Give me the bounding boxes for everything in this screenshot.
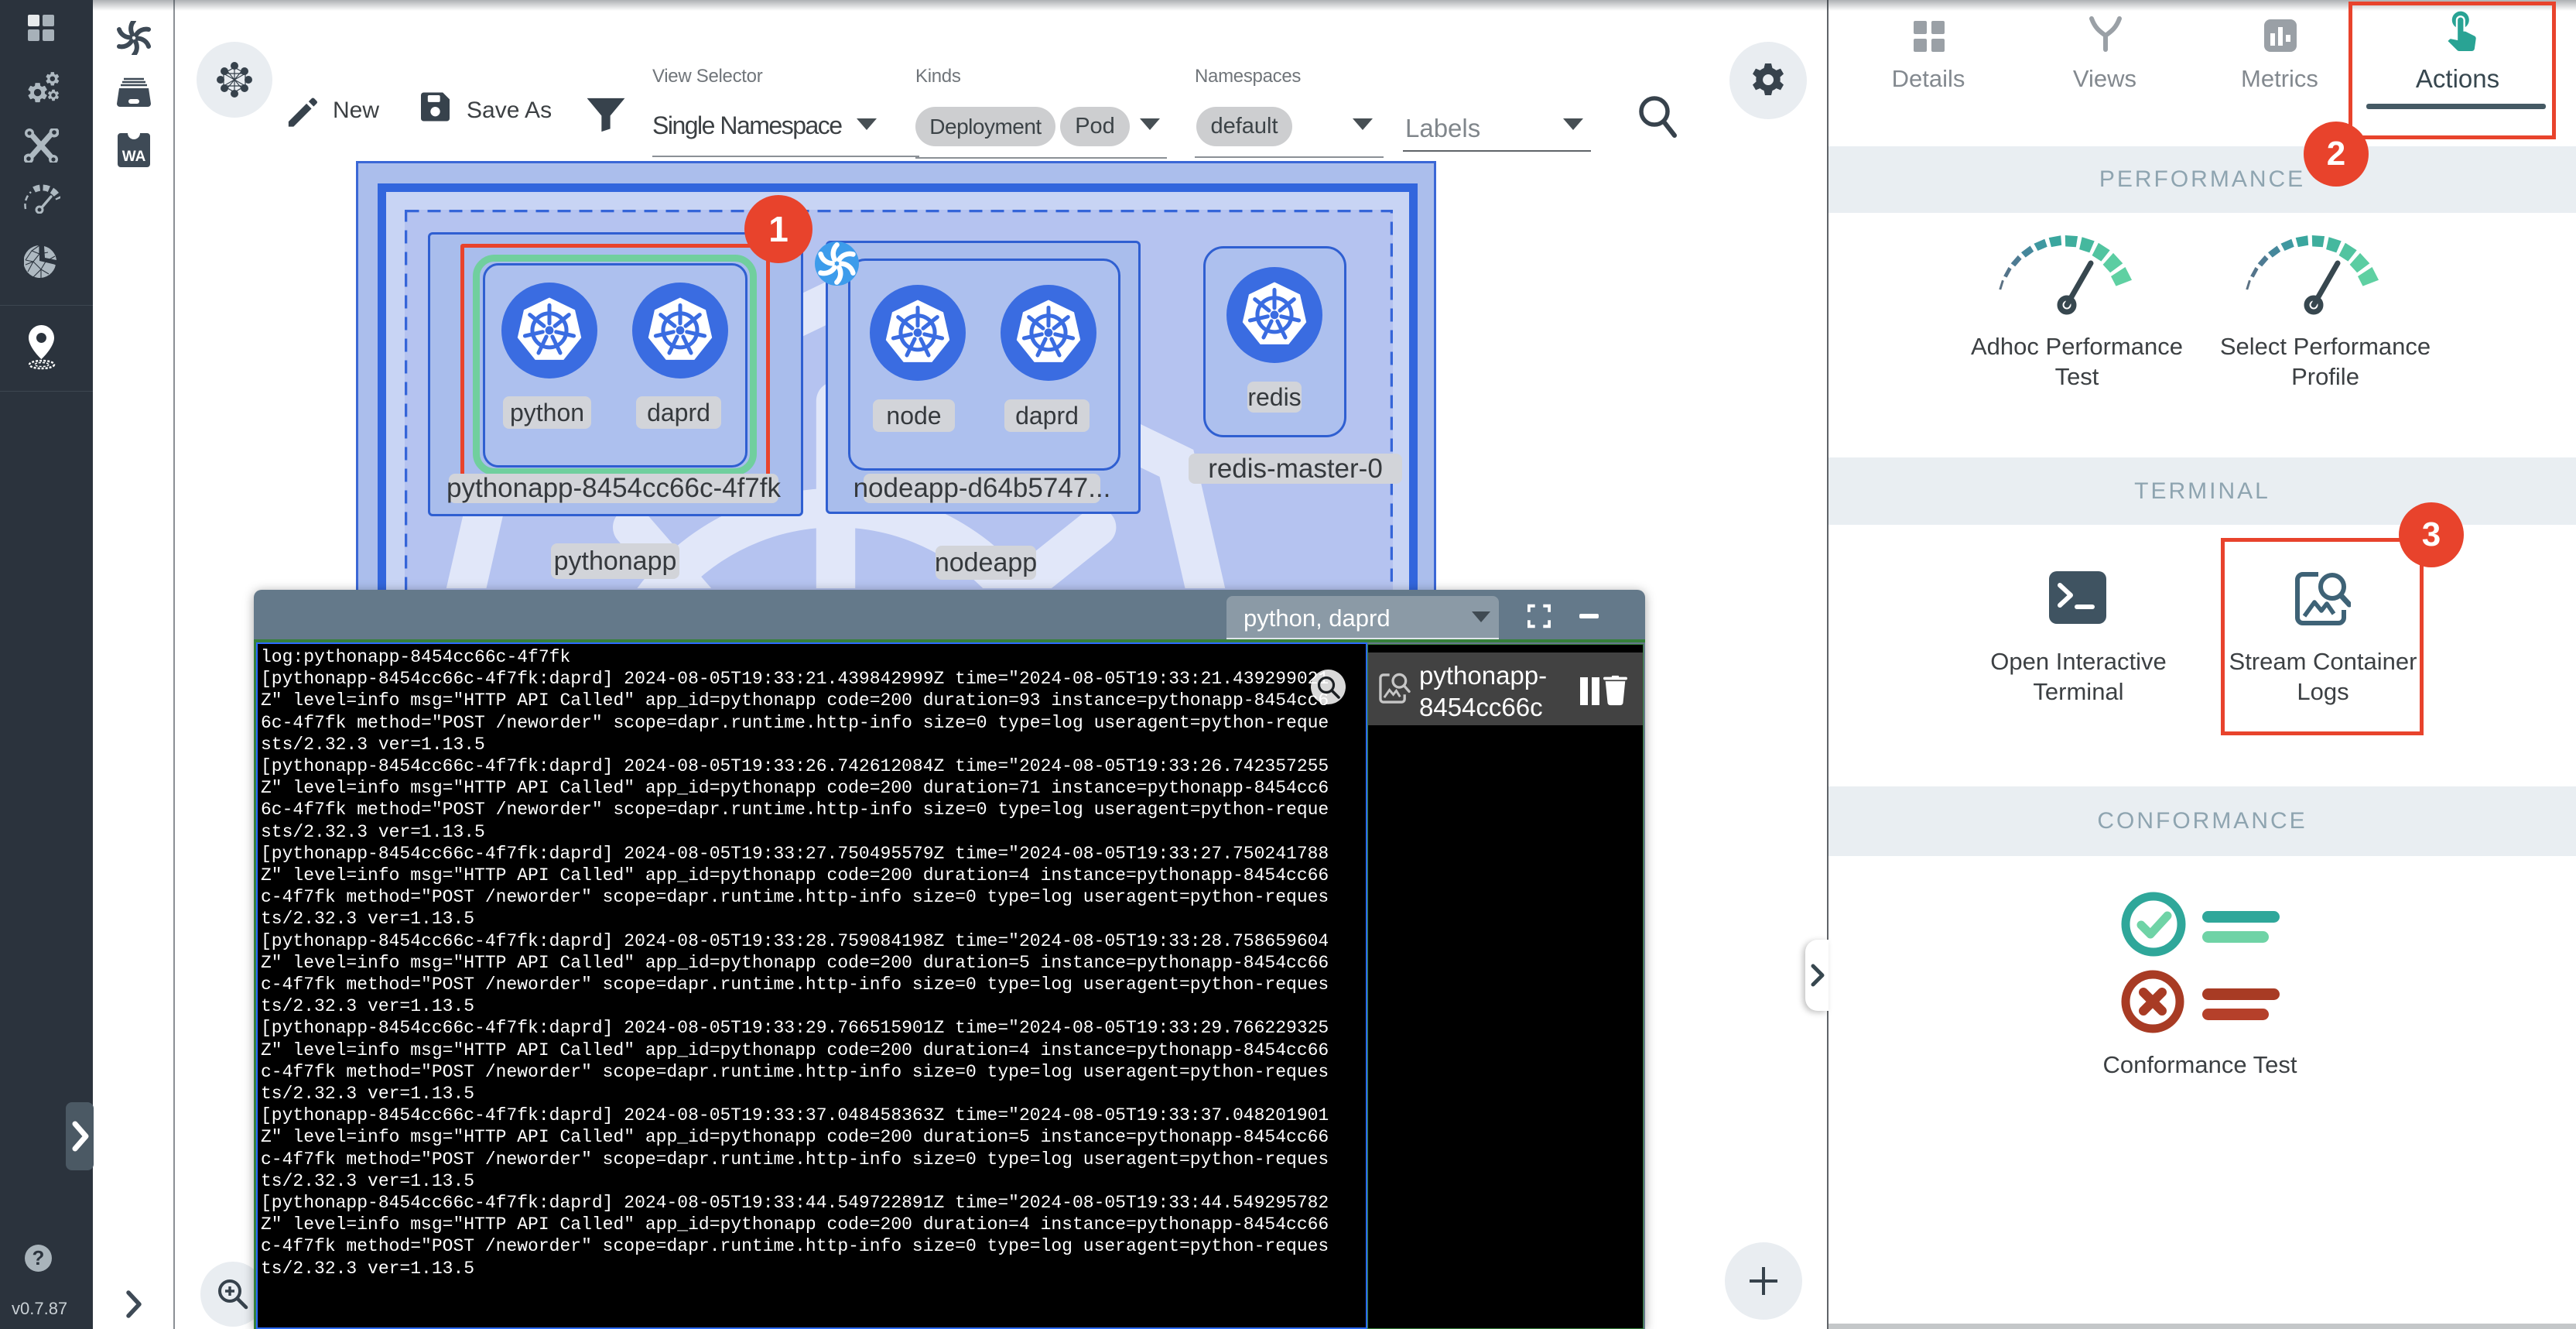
- svg-text:WA: WA: [122, 149, 146, 165]
